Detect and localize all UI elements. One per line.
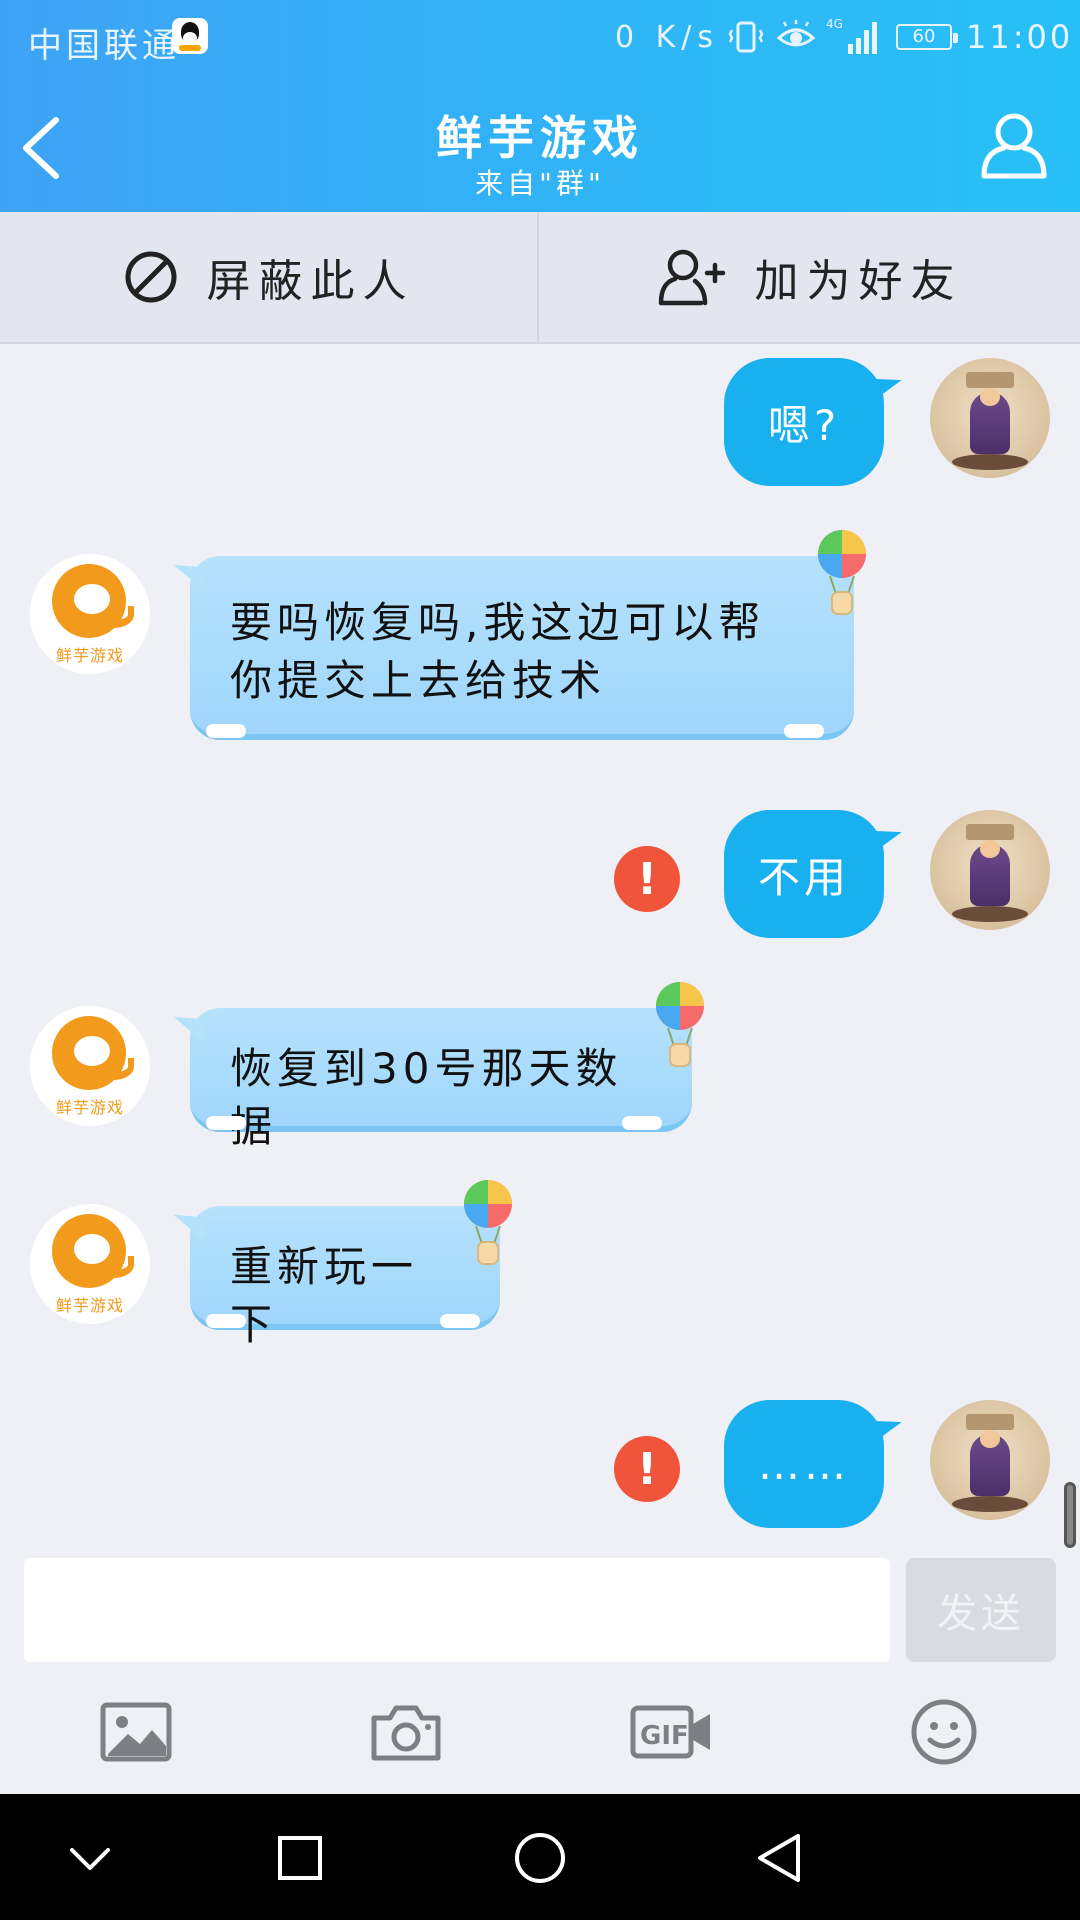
balloon-decoration-icon [656,982,704,1067]
message-list[interactable]: 嗯? 鲜芋游戏 要吗恢复吗,我这边可以帮 你提交上去给技术 不用 ! 鲜芋游戏 … [0,344,1080,1552]
scrollbar-thumb[interactable] [1064,1482,1076,1548]
composer: 发送 [0,1552,1080,1672]
svg-text:GIF: GIF [640,1721,689,1751]
eye-comfort-icon [776,20,816,47]
avatar-brand-text: 鲜芋游戏 [55,1296,124,1315]
my-avatar[interactable] [930,1400,1050,1520]
network-type: 4G [826,17,843,31]
block-icon [125,251,176,303]
chat-subtitle: 来自"群" [475,167,605,200]
chat-title: 鲜芋游戏 [436,111,644,165]
add-friend-button[interactable]: 加为好友 [540,212,1079,342]
system-nav-bar [0,1794,1080,1920]
outgoing-message-bubble[interactable]: 嗯? [724,358,884,486]
gif-icon[interactable]: GIF [630,1702,714,1762]
avatar-brand-text: 鲜芋游戏 [55,646,124,665]
message-input[interactable] [24,1558,890,1662]
my-avatar[interactable] [930,358,1050,478]
profile-icon[interactable] [978,108,1050,180]
game-account-avatar[interactable]: 鲜芋游戏 [30,1204,150,1324]
avatar-brand-text: 鲜芋游戏 [55,1098,124,1117]
game-account-avatar[interactable]: 鲜芋游戏 [30,1006,150,1126]
chat-header: 中国联通 0 K/s 4G 60 11:00 鲜芋游戏 来自"群" [0,0,1080,212]
image-icon[interactable] [100,1702,172,1762]
chevron-down-icon[interactable] [54,1822,126,1894]
outgoing-message-bubble[interactable]: …… [724,1400,884,1528]
message-text-line: 恢复到30号那天数据 [230,1044,623,1151]
battery-icon: 60 [896,24,958,50]
incoming-message-bubble[interactable]: 恢复到30号那天数据 [190,1008,692,1151]
incoming-message-bubble[interactable]: 要吗恢复吗,我这边可以帮 你提交上去给技术 [190,556,854,740]
send-failed-icon[interactable]: ! [614,1436,680,1502]
carrier-name: 中国联通 [28,26,180,66]
camera-icon[interactable] [370,1702,442,1762]
net-speed: 0 K/s [615,20,720,55]
status-time: 11:00 [966,18,1074,56]
home-icon[interactable] [504,1822,576,1894]
message-text-line: 重新玩一下 [230,1242,419,1349]
block-user-button[interactable]: 屏蔽此人 [0,212,539,342]
add-friend-label: 加为好友 [754,256,963,307]
vibrate-icon [728,21,764,53]
signal-icon: 4G [826,17,877,54]
outgoing-message-bubble[interactable]: 不用 [724,810,884,938]
composer-toolbar: GIF [0,1672,1080,1792]
stranger-action-bar: 屏蔽此人 加为好友 [0,212,1080,344]
block-user-label: 屏蔽此人 [206,256,415,307]
add-friend-icon [658,249,725,306]
incoming-message-bubble[interactable]: 重新玩一下 [190,1206,500,1349]
my-avatar[interactable] [930,810,1050,930]
send-button[interactable]: 发送 [906,1558,1056,1662]
message-text-line: 你提交上去给技术 [230,656,607,705]
game-account-avatar[interactable]: 鲜芋游戏 [30,554,150,674]
balloon-decoration-icon [818,530,866,615]
send-failed-icon[interactable]: ! [614,846,680,912]
qq-icon [172,18,208,54]
recent-apps-icon[interactable] [264,1822,336,1894]
message-text-line: 要吗恢复吗,我这边可以帮 [230,598,766,647]
status-bar: 中国联通 0 K/s 4G 60 11:00 [0,0,1080,78]
balloon-decoration-icon [464,1180,512,1265]
emoji-icon[interactable] [910,1698,978,1766]
back-icon[interactable] [744,1822,816,1894]
